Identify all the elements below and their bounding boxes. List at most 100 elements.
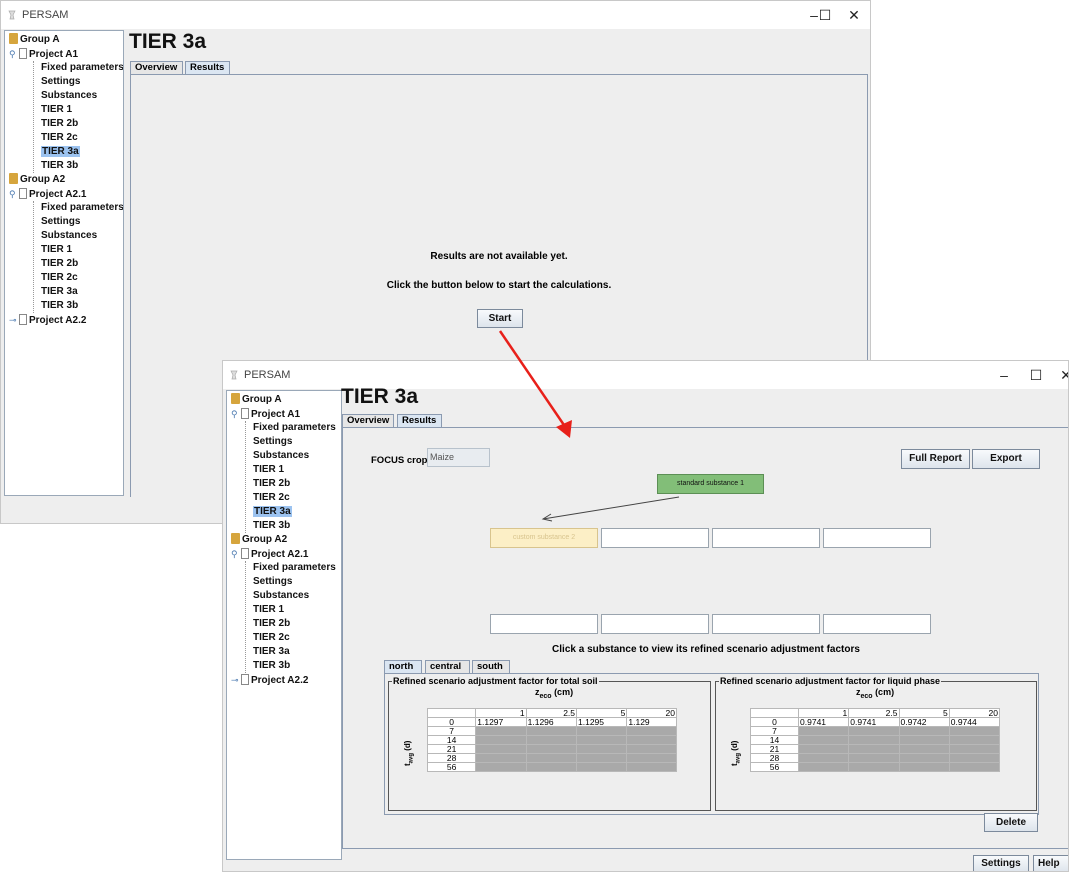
- tree-item-substances[interactable]: Substances: [253, 449, 309, 463]
- table-cell: [848, 726, 900, 736]
- tree-item-project-a2-2[interactable]: ⊸ Project A2.2: [231, 673, 308, 687]
- tree-item-tier-2b[interactable]: TIER 2b: [41, 117, 78, 131]
- tree-item-tier-2c[interactable]: TIER 2c: [41, 271, 78, 285]
- table-row: 28: [749, 753, 1001, 763]
- tab-overview[interactable]: Overview: [342, 414, 394, 428]
- table-cell[interactable]: 1.1297: [475, 717, 527, 727]
- file-icon: [241, 674, 249, 685]
- tree-item-project-a2-2[interactable]: ⊸ Project A2.2: [9, 313, 86, 327]
- table-cell[interactable]: 0.9741: [798, 717, 850, 727]
- table-cell[interactable]: 0.9742: [898, 717, 950, 727]
- tree-item-tier-3a[interactable]: TIER 3a: [253, 505, 292, 519]
- expand-toggle-icon[interactable]: ⚲: [9, 47, 17, 61]
- tree-item-tier-2b[interactable]: TIER 2b: [253, 477, 290, 491]
- tree-item-tier-1[interactable]: TIER 1: [41, 103, 72, 117]
- zeco-label: zeco (cm): [535, 687, 574, 700]
- collapse-toggle-icon[interactable]: ⊸: [231, 673, 239, 687]
- tree-item-settings[interactable]: Settings: [253, 435, 292, 449]
- file-icon: [241, 548, 249, 559]
- tab-overview[interactable]: Overview: [130, 61, 183, 75]
- tab-south[interactable]: south: [472, 660, 510, 674]
- table-cell: [948, 726, 1001, 736]
- total-soil-group: Refined scenario adjustment factor for t…: [388, 676, 711, 811]
- table-cell: [525, 762, 578, 772]
- tree-item-substances[interactable]: Substances: [253, 589, 309, 603]
- tree-item-fixed-parameters[interactable]: Fixed parameters: [253, 421, 336, 435]
- delete-button[interactable]: Delete: [984, 813, 1038, 832]
- table-row: 7: [749, 726, 1001, 736]
- tree-item-fixed-parameters[interactable]: Fixed parameters: [41, 201, 123, 215]
- tree-item-tier-3b[interactable]: TIER 3b: [41, 159, 78, 173]
- minimize-button[interactable]: –: [994, 365, 1014, 385]
- settings-button[interactable]: Settings: [973, 855, 1029, 871]
- expand-toggle-icon[interactable]: ⚲: [231, 407, 239, 421]
- tree-item-tier-3b[interactable]: TIER 3b: [253, 519, 290, 533]
- tavg-label: tavg (d): [403, 740, 415, 766]
- start-button[interactable]: Start: [477, 309, 523, 328]
- tree-item-settings[interactable]: Settings: [41, 215, 80, 229]
- tree-item-group-a2[interactable]: Group A2: [231, 533, 287, 547]
- tree-item-tier-2b[interactable]: TIER 2b: [253, 617, 290, 631]
- tree-item-tier-3a[interactable]: TIER 3a: [41, 285, 78, 299]
- tree-item-settings[interactable]: Settings: [41, 75, 80, 89]
- zeco-label: zeco (cm): [856, 687, 895, 700]
- table-cell[interactable]: 0.9744: [948, 717, 1001, 727]
- table-cell: [626, 753, 677, 763]
- folder-icon: [9, 33, 18, 44]
- tree-item-tier-1[interactable]: TIER 1: [41, 243, 72, 257]
- table-cell: [798, 762, 850, 772]
- tab-results[interactable]: Results: [185, 61, 230, 75]
- close-button[interactable]: ✕: [1056, 365, 1068, 385]
- close-button[interactable]: ✕: [844, 5, 864, 25]
- maximize-button[interactable]: ☐: [1026, 365, 1046, 385]
- table-cell: [576, 762, 628, 772]
- table-cell[interactable]: 0.9741: [848, 717, 900, 727]
- tab-results[interactable]: Results: [397, 414, 442, 428]
- tree-item-group-a[interactable]: Group A: [231, 393, 282, 407]
- table-cell[interactable]: 1.129: [626, 717, 677, 727]
- app-title: PERSAM: [244, 369, 291, 381]
- tree-item-project-a1[interactable]: ⚲ Project A1: [231, 407, 300, 421]
- folder-icon: [231, 533, 240, 544]
- tree-item-project-a2-1[interactable]: ⚲ Project A2.1: [9, 187, 86, 201]
- tree-item-tier-1[interactable]: TIER 1: [253, 603, 284, 617]
- tree-item-substances[interactable]: Substances: [41, 89, 97, 103]
- tab-north[interactable]: north: [384, 660, 422, 674]
- tree-item-tier-2b[interactable]: TIER 2b: [41, 257, 78, 271]
- tree-item-group-a2[interactable]: Group A2: [9, 173, 65, 187]
- table-cell[interactable]: 1.1295: [576, 717, 628, 727]
- expand-toggle-icon[interactable]: ⚲: [9, 187, 17, 201]
- tree-item-fixed-parameters[interactable]: Fixed parameters: [41, 61, 123, 75]
- tree-item-fixed-parameters[interactable]: Fixed parameters: [253, 561, 336, 575]
- file-icon: [19, 188, 27, 199]
- table-row: 28: [426, 753, 677, 763]
- tree-item-tier-2c[interactable]: TIER 2c: [253, 631, 290, 645]
- tavg-label: tavg (d): [730, 740, 742, 766]
- help-button[interactable]: Help: [1033, 855, 1068, 871]
- region-panel: Refined scenario adjustment factor for t…: [384, 673, 1039, 815]
- project-tree: Group A ⚲ Project A1 Fixed parameters Set…: [226, 390, 342, 860]
- tab-central[interactable]: central: [425, 660, 470, 674]
- tree-item-group-a[interactable]: Group A: [9, 33, 60, 47]
- tree-item-tier-3a[interactable]: TIER 3a: [41, 145, 80, 159]
- table-cell: [576, 744, 628, 754]
- tree-item-project-a1[interactable]: ⚲ Project A1: [9, 47, 78, 61]
- tree-item-settings[interactable]: Settings: [253, 575, 292, 589]
- tree-item-tier-2c[interactable]: TIER 2c: [253, 491, 290, 505]
- tree-item-tier-2c[interactable]: TIER 2c: [41, 131, 78, 145]
- expand-toggle-icon[interactable]: ⚲: [231, 547, 239, 561]
- tree-item-substances[interactable]: Substances: [41, 229, 97, 243]
- tree-item-tier-3b[interactable]: TIER 3b: [41, 299, 78, 313]
- tree-item-tier-1[interactable]: TIER 1: [253, 463, 284, 477]
- collapse-toggle-icon[interactable]: ⊸: [9, 313, 17, 327]
- app-title: PERSAM: [22, 9, 69, 21]
- table-row: 56: [426, 762, 677, 772]
- table-cell: [576, 753, 628, 763]
- tree-item-project-a2-1[interactable]: ⚲ Project A2.1: [231, 547, 308, 561]
- tree-item-tier-3a[interactable]: TIER 3a: [253, 645, 290, 659]
- row-header: 56: [749, 762, 800, 772]
- tree-item-tier-3b[interactable]: TIER 3b: [253, 659, 290, 673]
- maximize-button[interactable]: ☐: [815, 5, 835, 25]
- table-cell[interactable]: 1.1296: [525, 717, 578, 727]
- table-cell: [798, 753, 850, 763]
